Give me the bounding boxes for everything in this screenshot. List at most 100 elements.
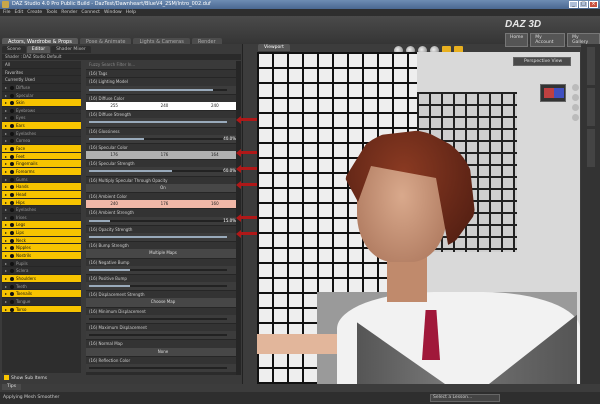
- color-swatch-row[interactable]: 176 176 164: [86, 151, 240, 160]
- expand-arrow-icon[interactable]: ▸: [5, 252, 7, 260]
- expand-arrow-icon[interactable]: ▸: [5, 237, 7, 245]
- menu-item[interactable]: Create: [27, 9, 42, 16]
- surface-group-item[interactable]: ▸ Torso: [2, 305, 81, 314]
- slider-track[interactable]: [89, 219, 227, 222]
- property-scrollbar[interactable]: [236, 61, 241, 375]
- expand-arrow-icon[interactable]: ▸: [5, 283, 7, 291]
- menu-item[interactable]: Connect: [81, 9, 100, 16]
- expand-arrow-icon[interactable]: ▸: [5, 306, 7, 314]
- surface-group-item[interactable]: ▸ Irises: [2, 214, 81, 222]
- expand-arrow-icon[interactable]: ▸: [5, 191, 7, 199]
- color-channel[interactable]: 176: [139, 200, 189, 208]
- expand-arrow-icon[interactable]: ▸: [5, 137, 7, 145]
- expand-arrow-icon[interactable]: ▸: [5, 153, 7, 161]
- maximize-button[interactable]: □: [579, 1, 588, 8]
- property-button[interactable]: On: [86, 183, 240, 192]
- tips-tab[interactable]: Tips: [2, 384, 22, 390]
- surface-group-item[interactable]: ▸ Eyebrows: [2, 107, 81, 115]
- expand-arrow-icon[interactable]: ▸: [5, 260, 7, 268]
- surface-group-item[interactable]: ▸ Neck: [2, 236, 81, 245]
- expand-arrow-icon[interactable]: ▸: [5, 168, 7, 176]
- property-button[interactable]: Choose Map: [86, 298, 240, 307]
- color-channel[interactable]: 164: [190, 151, 240, 159]
- slider-track[interactable]: [89, 170, 227, 173]
- surface-group-item[interactable]: ▸ Cornea: [2, 137, 81, 146]
- surface-group-item[interactable]: ▸ Diffuse: [2, 84, 81, 92]
- menu-item[interactable]: Window: [104, 9, 122, 16]
- color-channel[interactable]: 255: [89, 102, 139, 110]
- surface-group-item[interactable]: ▸ Legs: [2, 221, 81, 230]
- surface-group-item[interactable]: ▸ Feet: [2, 152, 81, 161]
- slider-row[interactable]: 60.0%: [86, 167, 240, 176]
- expand-arrow-icon[interactable]: ▸: [5, 290, 7, 298]
- surface-group-item[interactable]: ▸ Teeth: [2, 283, 81, 291]
- expand-arrow-icon[interactable]: ▸: [5, 229, 7, 237]
- pane-tab[interactable]: Editor: [26, 46, 51, 53]
- color-channel[interactable]: 240: [139, 102, 189, 110]
- viewport-tab[interactable]: Viewport: [258, 44, 290, 51]
- aux-viewport-icon[interactable]: [540, 84, 566, 102]
- expand-arrow-icon[interactable]: ▸: [5, 244, 7, 252]
- slider-track[interactable]: [89, 88, 227, 91]
- expand-arrow-icon[interactable]: ▸: [5, 145, 7, 153]
- surface-group-item[interactable]: ▸ Eyes: [2, 114, 81, 123]
- property-filter-input[interactable]: Fuzzy Search Filter In...: [86, 61, 240, 70]
- slider-row[interactable]: 40.0%: [86, 134, 240, 143]
- surface-group-item[interactable]: ▸ Skin: [2, 99, 81, 107]
- surface-group-item[interactable]: ▸ Tongue: [2, 298, 81, 306]
- menu-item[interactable]: Help: [126, 9, 136, 16]
- slider-row[interactable]: [86, 331, 240, 340]
- slider-row[interactable]: [86, 282, 240, 291]
- slider-row[interactable]: 15.0%: [86, 216, 240, 225]
- slider-track[interactable]: [89, 121, 227, 124]
- property-button[interactable]: None: [86, 347, 240, 356]
- color-channel[interactable]: 160: [190, 200, 240, 208]
- side-tab-3[interactable]: [586, 129, 595, 167]
- frame-icon[interactable]: [572, 114, 579, 121]
- color-swatch-row[interactable]: 240 176 160: [86, 200, 240, 209]
- expand-arrow-icon[interactable]: ▸: [5, 199, 7, 207]
- side-tab-2[interactable]: [586, 88, 595, 126]
- surface-group-item[interactable]: ▸ Eyelashes: [2, 206, 81, 214]
- slider-track[interactable]: [89, 366, 227, 369]
- surface-group-item[interactable]: ▸ Nostrils: [2, 252, 81, 260]
- surface-group-item[interactable]: ▸ Lips: [2, 229, 81, 237]
- color-swatch-row[interactable]: 255 240 240: [86, 101, 240, 111]
- expand-arrow-icon[interactable]: ▸: [5, 122, 7, 130]
- slider-track[interactable]: [89, 235, 227, 238]
- expand-arrow-icon[interactable]: ▸: [5, 298, 7, 306]
- expand-arrow-icon[interactable]: ▸: [5, 214, 7, 222]
- expand-arrow-icon[interactable]: ▸: [5, 267, 7, 275]
- surface-group-item[interactable]: ▸ Specular: [2, 92, 81, 100]
- surface-group-item[interactable]: ▸ Nipples: [2, 244, 81, 253]
- menu-item[interactable]: Edit: [15, 9, 24, 16]
- dolly-icon[interactable]: [572, 104, 579, 111]
- slider-track[interactable]: [89, 285, 227, 288]
- lesson-select[interactable]: Select a Lesson...: [430, 394, 500, 402]
- surface-group-item[interactable]: ▸ Shoulders: [2, 274, 81, 283]
- slider-value[interactable]: 40.0%: [223, 135, 236, 143]
- surface-group-item[interactable]: All: [2, 61, 81, 69]
- expand-arrow-icon[interactable]: ▸: [5, 221, 7, 229]
- expand-arrow-icon[interactable]: ▸: [5, 176, 7, 184]
- show-sub-items[interactable]: Show Sub Items: [4, 375, 47, 381]
- surface-group-item[interactable]: Currently Used: [2, 76, 81, 84]
- top-link[interactable]: My Account: [530, 33, 566, 47]
- surface-group-item[interactable]: ▸ Face: [2, 145, 81, 153]
- orbit-icon[interactable]: [572, 84, 579, 91]
- top-link[interactable]: Home: [505, 33, 529, 47]
- slider-row[interactable]: [86, 314, 240, 323]
- surface-group-item[interactable]: ▸ Hips: [2, 198, 81, 207]
- close-button[interactable]: ×: [589, 1, 598, 8]
- viewport[interactable]: [257, 52, 580, 384]
- pan-icon[interactable]: [572, 94, 579, 101]
- expand-arrow-icon[interactable]: ▸: [5, 183, 7, 191]
- slider-value[interactable]: 15.0%: [223, 217, 236, 225]
- slider-row[interactable]: [86, 85, 240, 94]
- expand-arrow-icon[interactable]: ▸: [5, 99, 7, 107]
- surface-group-item[interactable]: ▸ Hands: [2, 183, 81, 191]
- property-button[interactable]: Multiple Maps: [86, 249, 240, 258]
- surface-group-item[interactable]: ▸ Eyelashes: [2, 130, 81, 138]
- color-channel[interactable]: 176: [89, 151, 139, 159]
- surface-group-item[interactable]: ▸ Sclera: [2, 267, 81, 275]
